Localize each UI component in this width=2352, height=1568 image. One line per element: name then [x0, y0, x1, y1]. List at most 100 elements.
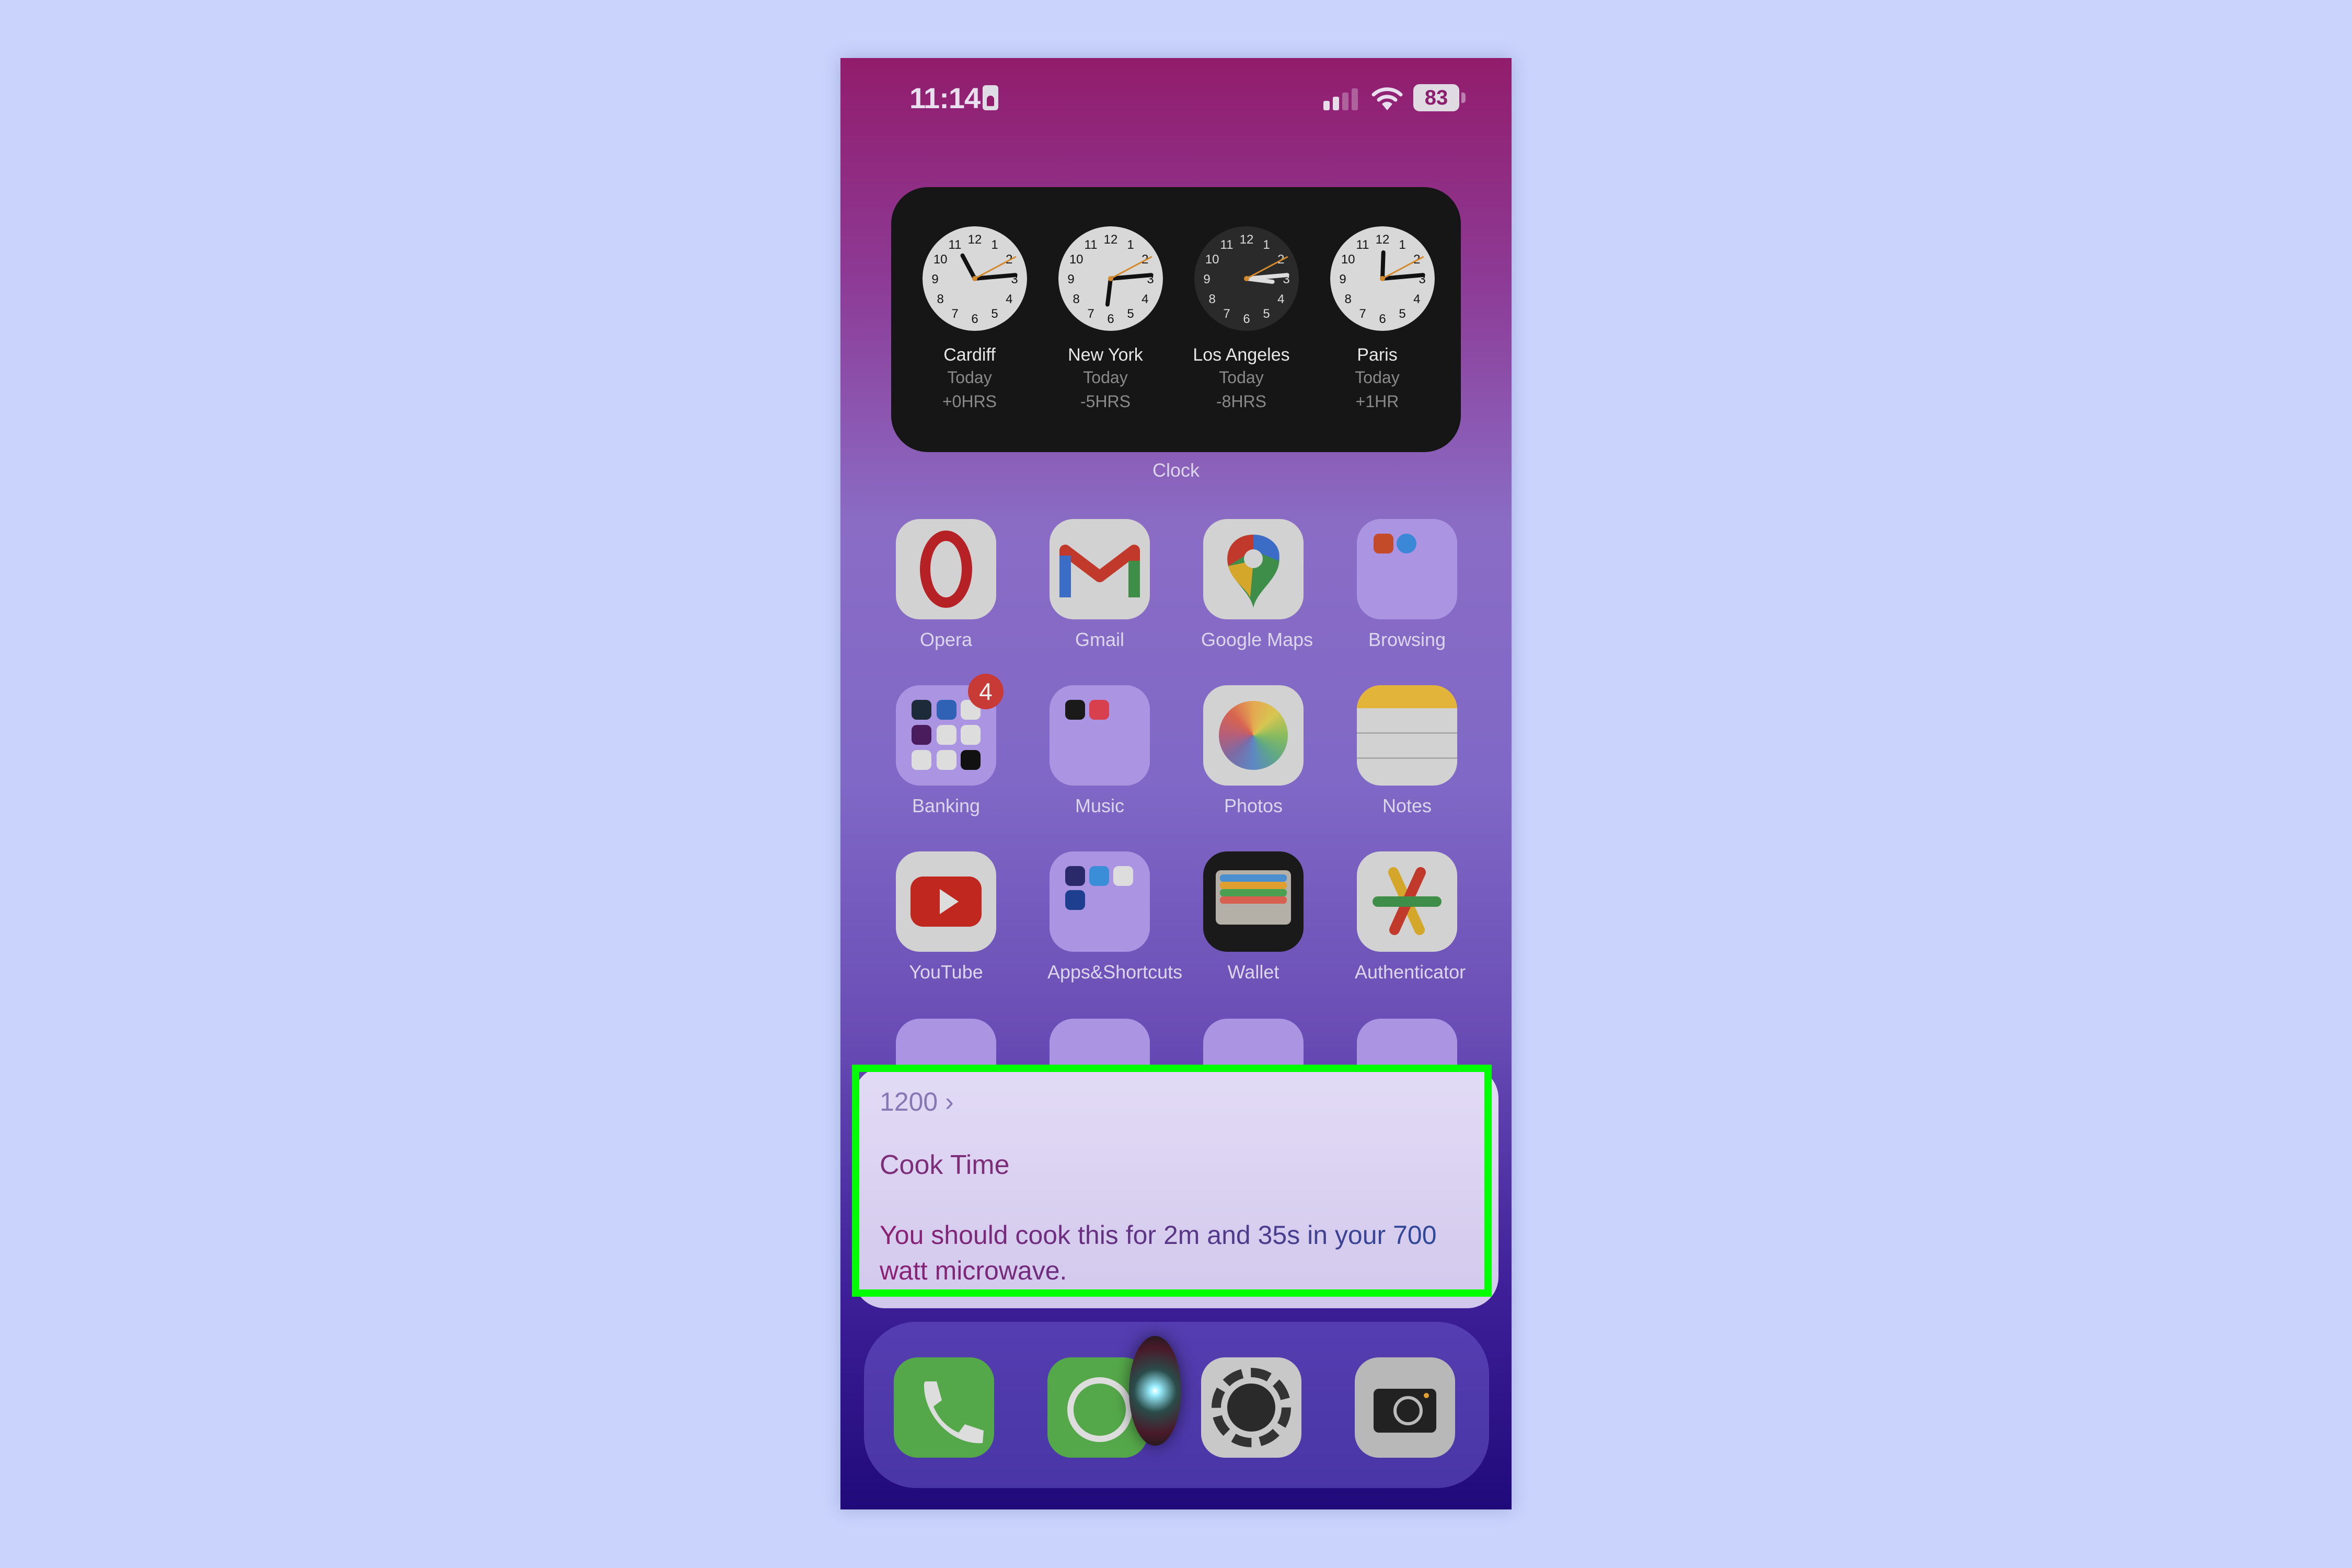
app-gmail[interactable]: Gmail: [1047, 519, 1152, 651]
svg-text:9: 9: [1339, 272, 1346, 286]
world-clock-city[interactable]: 123456789101112 Paris Today +1HR: [1309, 187, 1445, 452]
app-notes[interactable]: Notes: [1355, 685, 1459, 817]
youtube-icon: [896, 851, 996, 952]
app-label: Music: [1075, 795, 1124, 816]
folder-music[interactable]: Music: [1047, 685, 1152, 817]
world-clock-city[interactable]: 123456789101112 Cardiff Today +0HRS: [902, 187, 1037, 452]
app-authenticator[interactable]: Authenticator: [1355, 851, 1466, 983]
app-photos[interactable]: Photos: [1201, 685, 1306, 817]
app-opera[interactable]: Opera: [894, 519, 998, 651]
camera-icon[interactable]: [1355, 1357, 1455, 1458]
folder-apps-shortcuts[interactable]: Apps&Shortcuts: [1047, 851, 1183, 983]
battery-tip: [1461, 93, 1466, 103]
analog-clock-face: 123456789101112: [1058, 226, 1163, 331]
svg-text:4: 4: [1277, 292, 1284, 306]
svg-text:5: 5: [991, 307, 998, 321]
notes-icon: [1357, 685, 1457, 786]
svg-text:7: 7: [1087, 307, 1094, 321]
city-day: Today: [947, 368, 992, 387]
city-offset: +1HR: [1355, 392, 1399, 411]
settings-icon[interactable]: [1201, 1357, 1301, 1458]
svg-text:11: 11: [1356, 238, 1369, 252]
svg-text:12: 12: [1240, 233, 1254, 247]
svg-text:8: 8: [1209, 292, 1216, 306]
svg-text:8: 8: [1345, 292, 1352, 306]
app-label: Gmail: [1075, 629, 1124, 650]
city-day: Today: [1219, 368, 1264, 387]
app-label: Apps&Shortcuts: [1047, 961, 1183, 983]
photos-icon: [1203, 685, 1304, 786]
cellular-signal-icon: [1323, 88, 1360, 110]
city-day: Today: [1355, 368, 1400, 387]
city-name: Paris: [1357, 345, 1398, 365]
svg-text:12: 12: [1376, 233, 1390, 247]
svg-text:5: 5: [1399, 307, 1405, 321]
battery-indicator: 83: [1413, 84, 1459, 111]
status-time: 11:14: [909, 82, 981, 114]
folder-banking[interactable]: 4 Banking: [894, 674, 1004, 817]
svg-text:10: 10: [933, 252, 948, 267]
app-label: Wallet: [1227, 961, 1279, 983]
phone-screen: 11:14 83 123456789101112 Cardiff Today +…: [840, 58, 1512, 1509]
svg-text:4: 4: [1413, 292, 1420, 306]
authenticator-icon: [1357, 851, 1457, 952]
world-clock-widget[interactable]: 123456789101112 Cardiff Today +0HRS 1234…: [891, 187, 1461, 452]
svg-text:6: 6: [971, 312, 978, 326]
svg-text:7: 7: [1223, 307, 1230, 321]
app-label: Browsing: [1368, 629, 1446, 650]
apps-shortcuts-folder-icon: [1050, 851, 1150, 952]
svg-text:5: 5: [1263, 307, 1270, 321]
phone-icon[interactable]: [894, 1357, 994, 1458]
svg-text:11: 11: [1085, 238, 1098, 252]
duckduckgo-mini-icon: [1374, 534, 1393, 554]
svg-text:11: 11: [1220, 238, 1233, 252]
spotify-mini-icon: [1065, 700, 1085, 720]
app-label: Banking: [912, 795, 981, 816]
svg-text:1: 1: [1263, 238, 1270, 252]
app-label: YouTube: [909, 961, 983, 983]
app-label: Notes: [1382, 795, 1432, 816]
app-google-maps[interactable]: Google Maps: [1201, 519, 1313, 651]
svg-text:9: 9: [1067, 272, 1074, 286]
browsing-folder-icon: [1357, 519, 1457, 619]
svg-text:1: 1: [991, 238, 998, 252]
svg-text:10: 10: [1341, 252, 1355, 267]
city-name: Los Angeles: [1193, 345, 1290, 365]
world-clock-city[interactable]: 123456789101112 New York Today -5HRS: [1037, 187, 1173, 452]
svg-text:8: 8: [1073, 292, 1080, 306]
app-wallet[interactable]: Wallet: [1201, 851, 1306, 983]
analog-clock-face: 123456789101112: [1330, 226, 1435, 331]
widget-label: Clock: [1152, 459, 1200, 481]
city-name: New York: [1068, 345, 1143, 365]
focus-mode-icon: [983, 85, 998, 110]
svg-text:8: 8: [937, 292, 944, 306]
wifi-icon: [1371, 87, 1403, 110]
siri-orb-icon[interactable]: [1129, 1336, 1181, 1446]
apple-music-mini-icon: [1089, 700, 1109, 720]
notification-badge: 4: [968, 674, 1004, 709]
city-day: Today: [1083, 368, 1128, 387]
world-clock-city[interactable]: 123456789101112 Los Angeles Today -8HRS: [1173, 187, 1309, 452]
svg-text:1: 1: [1127, 238, 1134, 252]
svg-text:7: 7: [951, 307, 958, 321]
svg-text:12: 12: [968, 233, 982, 247]
svg-text:1: 1: [1399, 238, 1405, 252]
gmail-icon: [1050, 519, 1150, 619]
app-label: Opera: [919, 629, 973, 650]
svg-text:5: 5: [1127, 307, 1134, 321]
app-youtube[interactable]: YouTube: [894, 851, 998, 983]
analog-clock-face: 123456789101112: [1194, 226, 1299, 331]
status-bar: 11:14 83: [840, 58, 1512, 136]
city-offset: +0HRS: [942, 392, 997, 411]
folder-browsing[interactable]: Browsing: [1355, 519, 1459, 651]
analog-clock-face: 123456789101112: [923, 226, 1027, 331]
wallet-icon: [1203, 851, 1304, 952]
svg-text:10: 10: [1069, 252, 1083, 267]
safari-mini-icon: [1397, 534, 1416, 554]
svg-text:7: 7: [1359, 307, 1366, 321]
city-offset: -5HRS: [1080, 392, 1131, 411]
city-name: Cardiff: [943, 345, 996, 365]
svg-text:9: 9: [1203, 272, 1210, 286]
svg-text:6: 6: [1107, 312, 1114, 326]
google-maps-icon: [1203, 519, 1304, 619]
